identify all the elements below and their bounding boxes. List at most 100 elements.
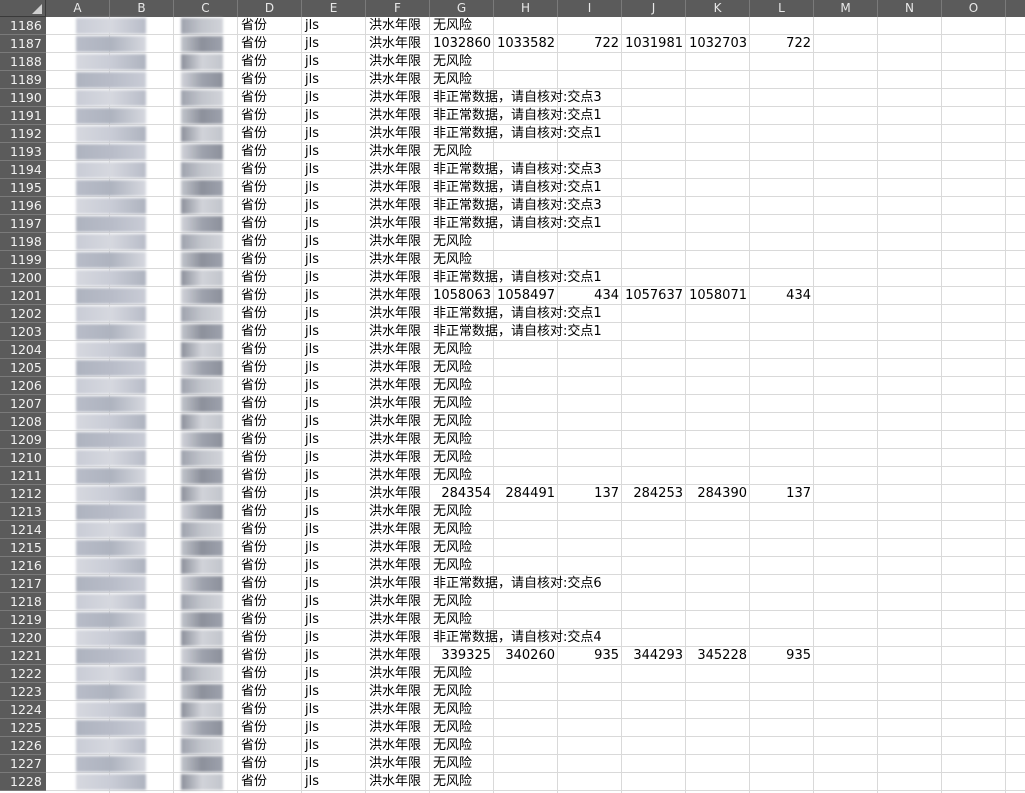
row-header[interactable]: 1219 <box>0 611 46 629</box>
row-header[interactable]: 1209 <box>0 431 46 449</box>
cell-g[interactable]: 339325 <box>430 647 491 664</box>
cell-g[interactable]: 1032860 <box>430 35 491 52</box>
cell-k[interactable]: 345228 <box>686 647 747 664</box>
row-header[interactable]: 1191 <box>0 107 46 125</box>
cell-g[interactable]: 无风险 <box>433 359 472 376</box>
cell-d[interactable]: 省份 <box>241 377 267 394</box>
cell-f[interactable]: 洪水年限 <box>369 413 421 430</box>
cell-d[interactable]: 省份 <box>241 719 267 736</box>
cell-g[interactable]: 无风险 <box>433 53 472 70</box>
cell-e[interactable]: jls <box>305 197 319 214</box>
cell-g[interactable]: 无风险 <box>433 773 472 790</box>
row-header[interactable]: 1202 <box>0 305 46 323</box>
cell-g[interactable]: 无风险 <box>433 737 472 754</box>
cell-e[interactable]: jls <box>305 647 319 664</box>
cell-g[interactable]: 非正常数据，请自核对:交点1 <box>433 215 602 232</box>
row-header[interactable]: 1194 <box>0 161 46 179</box>
cell-g[interactable]: 非正常数据，请自核对:交点1 <box>433 305 602 322</box>
cell-g[interactable]: 非正常数据，请自核对:交点1 <box>433 323 602 340</box>
column-header-h[interactable]: H <box>494 0 558 17</box>
cell-e[interactable]: jls <box>305 233 319 250</box>
cell-g[interactable]: 无风险 <box>433 755 472 772</box>
row-header[interactable]: 1206 <box>0 377 46 395</box>
row-header[interactable]: 1222 <box>0 665 46 683</box>
cell-f[interactable]: 洪水年限 <box>369 575 421 592</box>
cell-d[interactable]: 省份 <box>241 665 267 682</box>
cell-g[interactable]: 无风险 <box>433 503 472 520</box>
cell-d[interactable]: 省份 <box>241 233 267 250</box>
cell-d[interactable]: 省份 <box>241 485 267 502</box>
column-header-f[interactable]: F <box>366 0 430 17</box>
cell-g[interactable]: 非正常数据，请自核对:交点1 <box>433 125 602 142</box>
row-header[interactable]: 1221 <box>0 647 46 665</box>
cell-l[interactable]: 935 <box>750 647 811 664</box>
cell-g[interactable]: 284354 <box>430 485 491 502</box>
row-header[interactable]: 1207 <box>0 395 46 413</box>
cell-f[interactable]: 洪水年限 <box>369 647 421 664</box>
cell-e[interactable]: jls <box>305 503 319 520</box>
cell-e[interactable]: jls <box>305 269 319 286</box>
cell-f[interactable]: 洪水年限 <box>369 323 421 340</box>
cell-f[interactable]: 洪水年限 <box>369 197 421 214</box>
cell-g[interactable]: 无风险 <box>433 467 472 484</box>
cell-i[interactable]: 722 <box>558 35 619 52</box>
cell-j[interactable]: 1031981 <box>622 35 683 52</box>
cell-e[interactable]: jls <box>305 35 319 52</box>
cell-d[interactable]: 省份 <box>241 629 267 646</box>
row-header[interactable]: 1224 <box>0 701 46 719</box>
cell-e[interactable]: jls <box>305 773 319 790</box>
cell-d[interactable]: 省份 <box>241 395 267 412</box>
cell-f[interactable]: 洪水年限 <box>369 179 421 196</box>
cell-f[interactable]: 洪水年限 <box>369 17 421 34</box>
row-header[interactable]: 1190 <box>0 89 46 107</box>
cell-f[interactable]: 洪水年限 <box>369 143 421 160</box>
column-header-e[interactable]: E <box>302 0 366 17</box>
cell-g[interactable]: 无风险 <box>433 521 472 538</box>
cell-g[interactable]: 无风险 <box>433 611 472 628</box>
row-header[interactable]: 1227 <box>0 755 46 773</box>
cell-d[interactable]: 省份 <box>241 269 267 286</box>
cell-f[interactable]: 洪水年限 <box>369 125 421 142</box>
cell-d[interactable]: 省份 <box>241 683 267 700</box>
cell-d[interactable]: 省份 <box>241 53 267 70</box>
cell-g[interactable]: 无风险 <box>433 719 472 736</box>
cell-d[interactable]: 省份 <box>241 647 267 664</box>
cell-l[interactable]: 434 <box>750 287 811 304</box>
cell-e[interactable]: jls <box>305 431 319 448</box>
cell-d[interactable]: 省份 <box>241 503 267 520</box>
column-header-g[interactable]: G <box>430 0 494 17</box>
cell-g[interactable]: 非正常数据，请自核对:交点1 <box>433 269 602 286</box>
cell-d[interactable]: 省份 <box>241 107 267 124</box>
cell-f[interactable]: 洪水年限 <box>369 359 421 376</box>
cell-e[interactable]: jls <box>305 557 319 574</box>
row-header[interactable]: 1193 <box>0 143 46 161</box>
cell-f[interactable]: 洪水年限 <box>369 251 421 268</box>
cell-e[interactable]: jls <box>305 305 319 322</box>
cell-d[interactable]: 省份 <box>241 467 267 484</box>
cell-f[interactable]: 洪水年限 <box>369 719 421 736</box>
cell-e[interactable]: jls <box>305 413 319 430</box>
cell-d[interactable]: 省份 <box>241 35 267 52</box>
cell-d[interactable]: 省份 <box>241 287 267 304</box>
column-header-d[interactable]: D <box>238 0 302 17</box>
row-header[interactable]: 1211 <box>0 467 46 485</box>
cell-e[interactable]: jls <box>305 701 319 718</box>
cell-l[interactable]: 722 <box>750 35 811 52</box>
cell-d[interactable]: 省份 <box>241 323 267 340</box>
cell-e[interactable]: jls <box>305 287 319 304</box>
column-header-i[interactable]: I <box>558 0 622 17</box>
row-header[interactable]: 1218 <box>0 593 46 611</box>
row-header[interactable]: 1213 <box>0 503 46 521</box>
cell-d[interactable]: 省份 <box>241 575 267 592</box>
column-header-l[interactable]: L <box>750 0 814 17</box>
cell-d[interactable]: 省份 <box>241 17 267 34</box>
cell-e[interactable]: jls <box>305 395 319 412</box>
cell-e[interactable]: jls <box>305 125 319 142</box>
column-header-n[interactable]: N <box>878 0 942 17</box>
cell-h[interactable]: 1033582 <box>494 35 555 52</box>
column-header-o[interactable]: O <box>942 0 1006 17</box>
row-header[interactable]: 1220 <box>0 629 46 647</box>
row-header[interactable]: 1196 <box>0 197 46 215</box>
cell-j[interactable]: 1057637 <box>622 287 683 304</box>
row-header[interactable]: 1188 <box>0 53 46 71</box>
